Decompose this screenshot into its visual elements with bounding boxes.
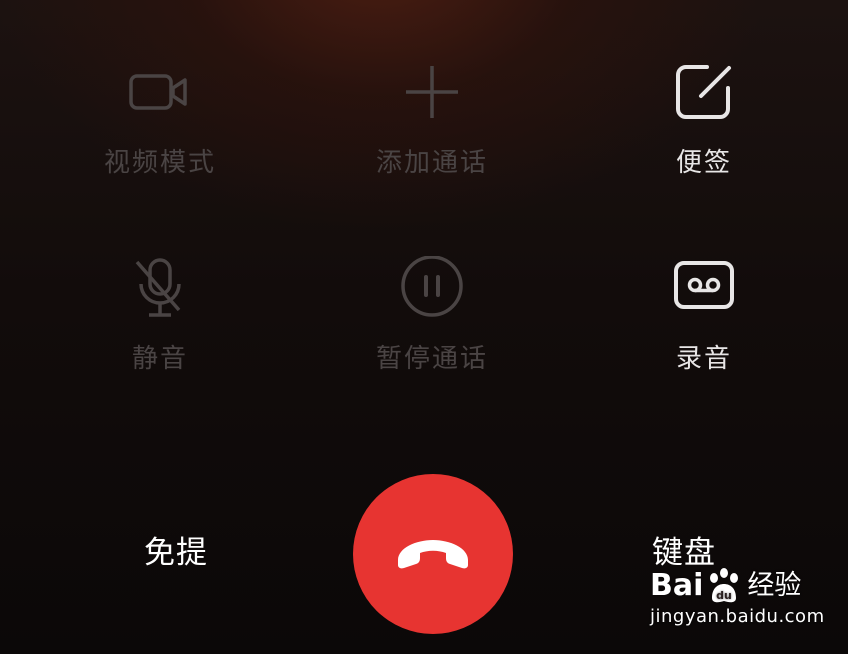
svg-text:du: du — [717, 589, 733, 602]
watermark-url: jingyan.baidu.com — [650, 606, 825, 627]
video-mode-button[interactable]: 视频模式 — [50, 60, 270, 200]
paw-icon: du — [705, 568, 743, 604]
video-mode-label: 视频模式 — [103, 148, 216, 178]
note-edit-icon — [671, 60, 737, 126]
end-call-button[interactable] — [353, 474, 513, 634]
phone-hangup-icon — [394, 534, 472, 574]
pause-icon — [399, 256, 465, 322]
video-camera-icon — [127, 60, 193, 126]
add-call-button[interactable]: 添加通话 — [322, 60, 542, 200]
baidu-jingyan-watermark: Bai du 经验 jingyan.baidu.com — [650, 568, 840, 640]
mute-button[interactable]: 静音 — [50, 256, 270, 396]
notes-button[interactable]: 便签 — [594, 60, 814, 200]
mute-label: 静音 — [131, 344, 188, 374]
record-button[interactable]: 录音 — [594, 256, 814, 396]
in-call-screen: 视频模式 添加通话 便签 静音 暂停通话 录音 免提 键盘 Bai du 经验 … — [0, 0, 848, 654]
hold-call-label: 暂停通话 — [375, 344, 488, 374]
watermark-brand-right: 经验 — [747, 570, 802, 601]
plus-icon — [399, 60, 465, 126]
hold-call-button[interactable]: 暂停通话 — [322, 256, 542, 396]
add-call-label: 添加通话 — [375, 148, 488, 178]
watermark-brand-left: Bai — [650, 568, 704, 603]
mic-off-icon — [127, 256, 193, 322]
record-label: 录音 — [675, 344, 732, 374]
record-tape-icon — [671, 256, 737, 322]
speaker-button[interactable]: 免提 — [144, 530, 208, 576]
notes-label: 便签 — [675, 148, 732, 178]
